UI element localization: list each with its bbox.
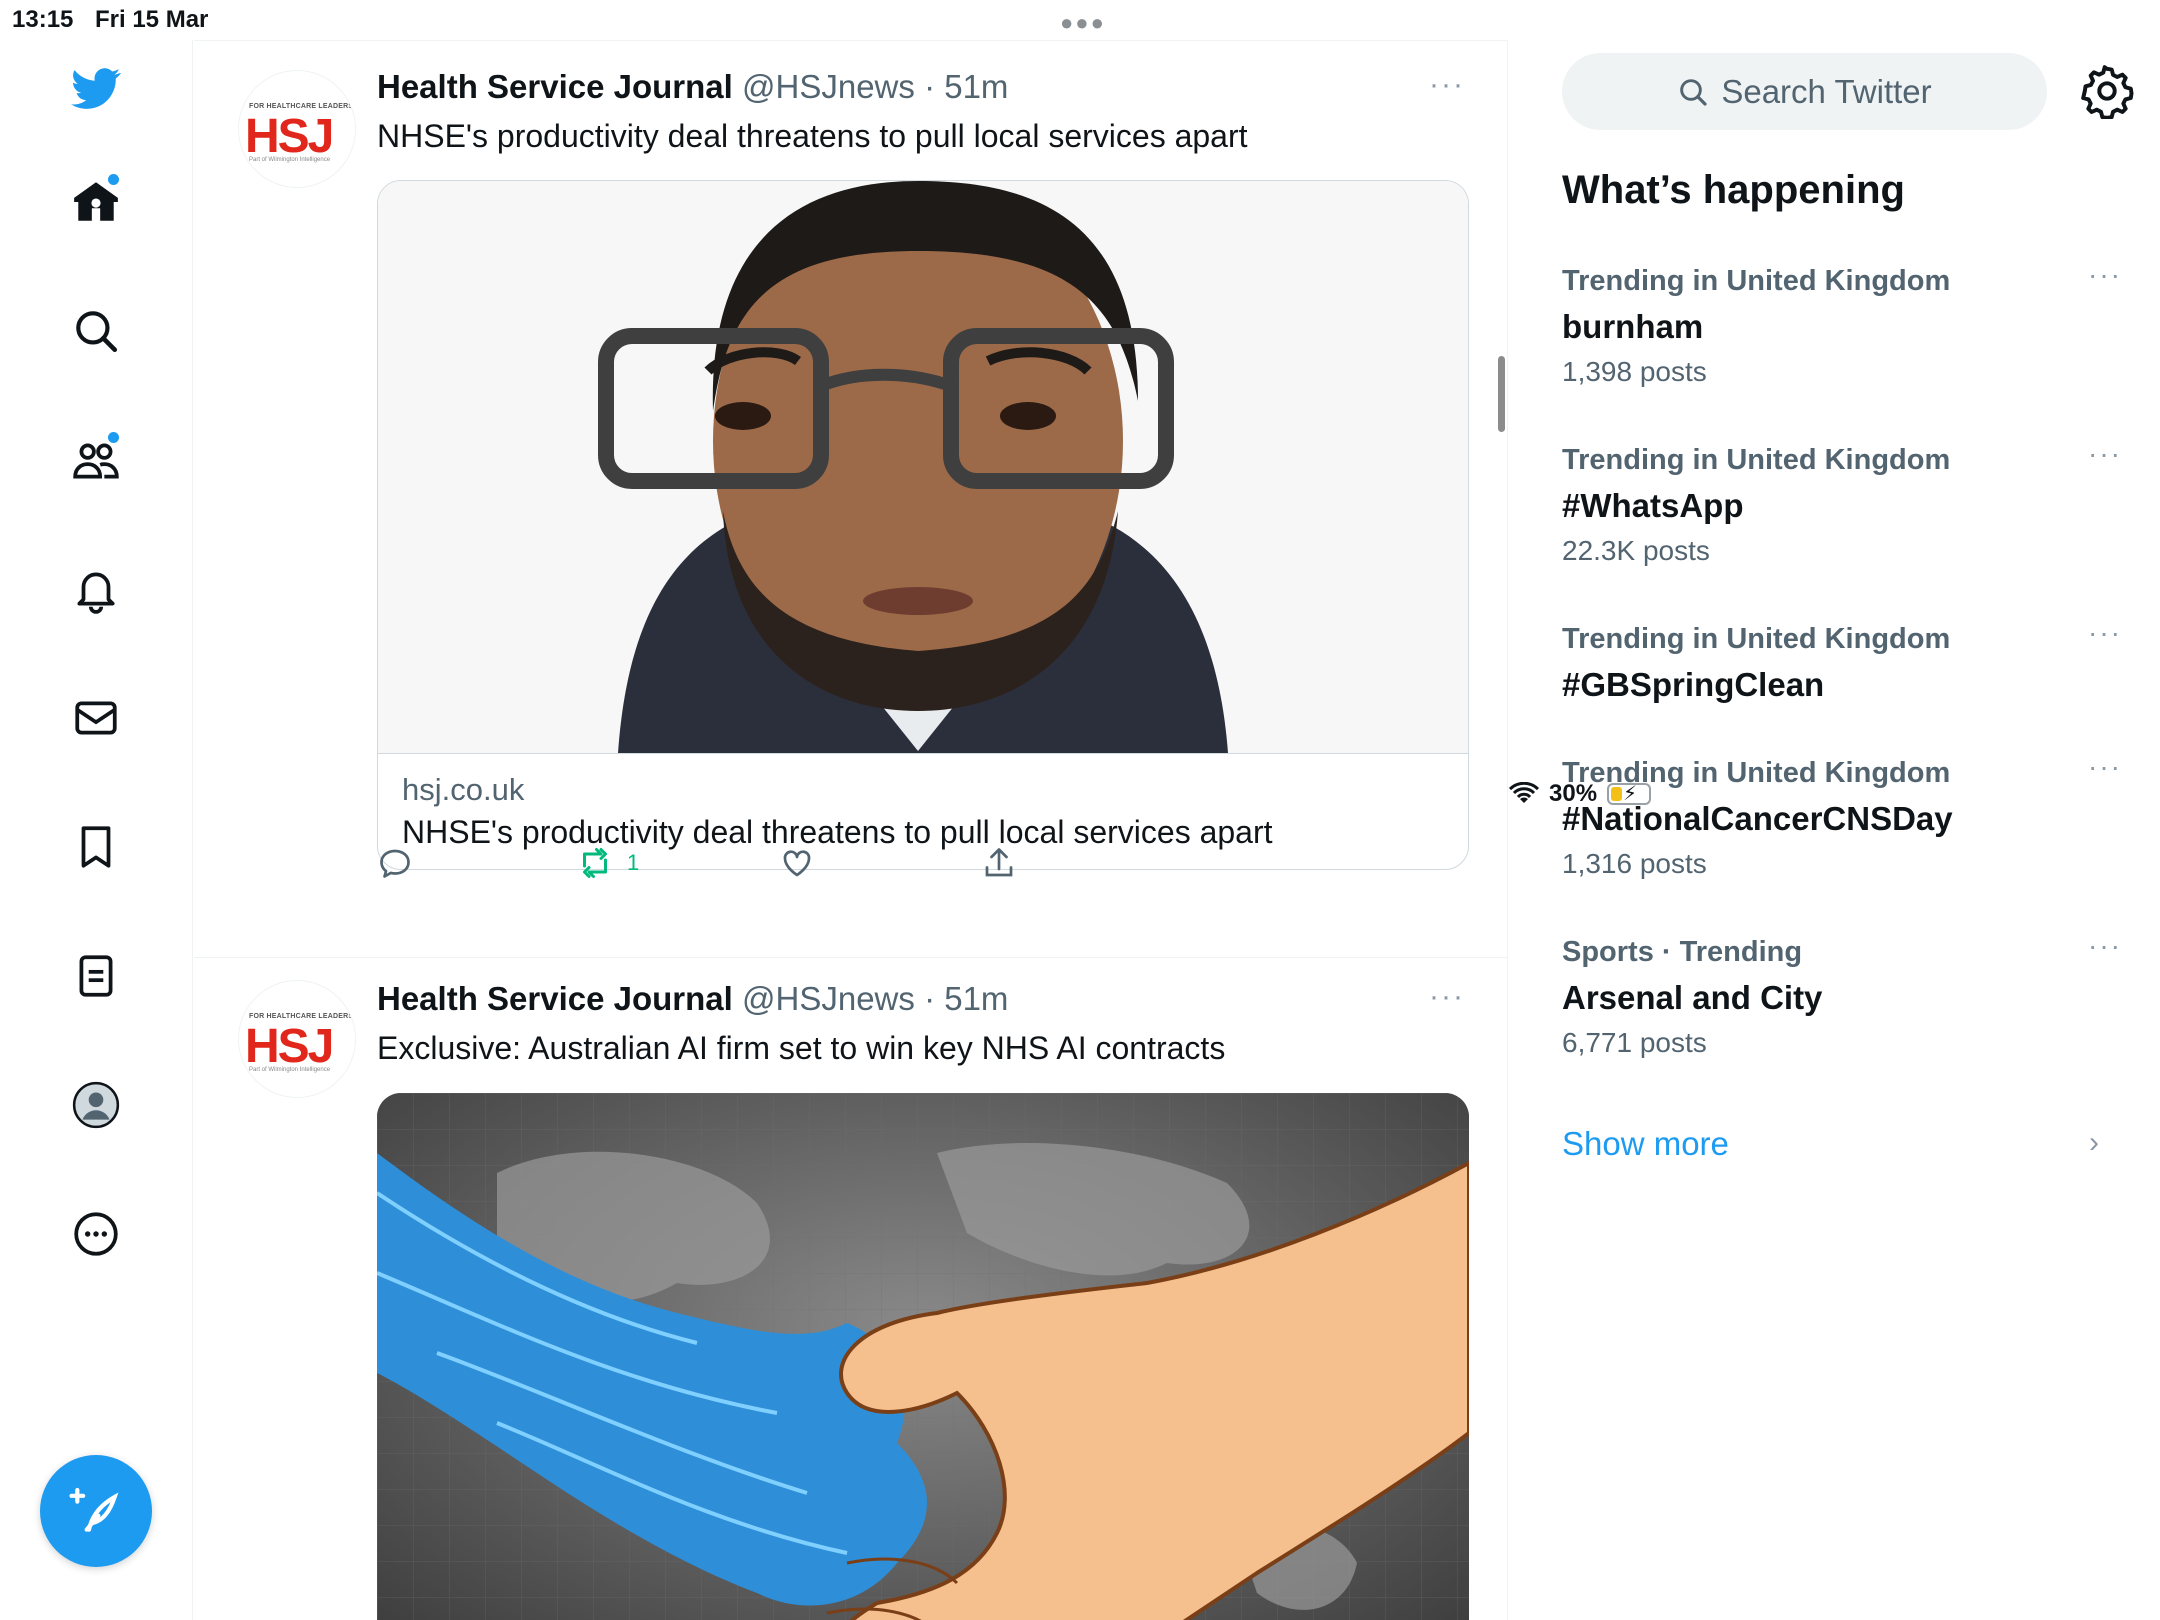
home-icon[interactable] bbox=[56, 162, 136, 242]
author-handle[interactable]: @HSJnews bbox=[742, 68, 915, 105]
retweet-button[interactable]: 1 bbox=[577, 845, 639, 881]
feather-plus-icon bbox=[69, 1487, 119, 1532]
link-card[interactable]: hsj.co.uk NHSE's productivity deal threa… bbox=[377, 180, 1469, 870]
like-button[interactable] bbox=[779, 845, 815, 881]
share-button[interactable] bbox=[981, 845, 1017, 881]
share-icon bbox=[985, 848, 1013, 877]
timeline: FOR HEALTHCARE LEADERS HSJ Part of Wilmi… bbox=[194, 40, 1508, 1620]
tweet-header: Health Service Journal @HSJnews · 51m bbox=[377, 980, 1008, 1018]
author-name[interactable]: Health Service Journal bbox=[377, 980, 733, 1017]
search-twitter-input[interactable]: Search Twitter bbox=[1562, 53, 2047, 130]
status-time: 13:15 bbox=[12, 6, 74, 33]
card-image-portrait bbox=[378, 181, 1468, 753]
search-icon bbox=[1680, 78, 1707, 106]
portrait-image bbox=[378, 181, 1468, 753]
lists-icon[interactable] bbox=[56, 936, 136, 1016]
retweet-icon bbox=[583, 848, 607, 878]
messages-envelope-icon[interactable] bbox=[56, 678, 136, 758]
left-navigation bbox=[0, 40, 193, 1620]
trend-item[interactable]: Trending in United Kingdom #GBSpringClea… bbox=[1562, 617, 2122, 704]
chevron-right-icon[interactable]: › bbox=[2089, 1126, 2099, 1160]
reply-button[interactable] bbox=[377, 845, 413, 881]
more-options-icon[interactable] bbox=[56, 1194, 136, 1274]
tweet-divider bbox=[194, 957, 1507, 958]
right-sidebar: Search Twitter What’s happening Trending… bbox=[1509, 40, 2160, 1620]
trend-more-icon[interactable]: ··· bbox=[2088, 751, 2122, 783]
compose-tweet-button[interactable] bbox=[40, 1455, 152, 1567]
card-domain: hsj.co.uk bbox=[402, 772, 525, 807]
tweet-more-icon[interactable]: ··· bbox=[1429, 980, 1465, 1014]
profile-avatar-icon[interactable] bbox=[56, 1065, 136, 1145]
tweet-more-icon[interactable]: ··· bbox=[1429, 68, 1465, 102]
author-handle[interactable]: @HSJnews bbox=[742, 980, 915, 1017]
search-placeholder: Search Twitter bbox=[1721, 72, 1932, 110]
notifications-bell-icon[interactable] bbox=[56, 549, 136, 629]
hsj-avatar[interactable]: FOR HEALTHCARE LEADERS HSJ Part of Wilmi… bbox=[238, 980, 356, 1098]
trend-more-icon[interactable]: ··· bbox=[2088, 438, 2122, 470]
handshake-image bbox=[377, 1093, 1469, 1620]
retweet-count: 1 bbox=[627, 850, 640, 875]
multitasking-dots-icon[interactable]: ●●● bbox=[1060, 10, 1106, 36]
trend-more-icon[interactable]: ··· bbox=[2088, 617, 2122, 649]
twitter-logo-icon[interactable] bbox=[56, 48, 136, 128]
bookmarks-icon[interactable] bbox=[56, 807, 136, 887]
trend-item[interactable]: Trending in United Kingdom #WhatsApp 22.… bbox=[1562, 438, 2122, 567]
hsj-avatar[interactable]: FOR HEALTHCARE LEADERS HSJ Part of Wilmi… bbox=[238, 70, 356, 188]
tweet-time[interactable]: · 51m bbox=[924, 68, 1008, 105]
explore-search-icon[interactable] bbox=[56, 291, 136, 371]
heart-icon bbox=[783, 850, 811, 877]
tweet-text: Exclusive: Australian AI firm set to win… bbox=[377, 1030, 1226, 1066]
tweet-header: Health Service Journal @HSJnews · 51m bbox=[377, 68, 1008, 106]
show-more-link[interactable]: Show more bbox=[1562, 1125, 1729, 1163]
tweet-time[interactable]: · 51m bbox=[924, 980, 1008, 1017]
trend-item[interactable]: Trending in United Kingdom burnham 1,398… bbox=[1562, 259, 2122, 388]
whats-happening-heading: What’s happening bbox=[1562, 168, 1905, 212]
timeline-top-border bbox=[194, 40, 1507, 43]
author-name[interactable]: Health Service Journal bbox=[377, 68, 733, 105]
settings-gear-icon[interactable] bbox=[2079, 63, 2135, 119]
trend-more-icon[interactable]: ··· bbox=[2088, 259, 2122, 291]
communities-notification-dot bbox=[108, 432, 119, 443]
status-date: Fri 15 Mar bbox=[95, 6, 209, 33]
home-notification-dot bbox=[108, 174, 119, 185]
tweet-text: NHSE's productivity deal threatens to pu… bbox=[377, 118, 1248, 154]
trend-item[interactable]: Sports · Trending Arsenal and City 6,771… bbox=[1562, 930, 2122, 1059]
trend-item[interactable]: Trending in United Kingdom #NationalCanc… bbox=[1562, 751, 2122, 880]
communities-icon[interactable] bbox=[56, 420, 136, 500]
tweet-image-handshake[interactable] bbox=[377, 1093, 1469, 1620]
status-bar: 13:15 Fri 15 Mar ●●● 30% ⚡ bbox=[0, 0, 2160, 807]
trend-more-icon[interactable]: ··· bbox=[2088, 930, 2122, 962]
reply-icon bbox=[380, 849, 410, 878]
timeline-scrollbar[interactable] bbox=[1498, 356, 1505, 432]
tweet-actions: 1 bbox=[377, 845, 1077, 895]
